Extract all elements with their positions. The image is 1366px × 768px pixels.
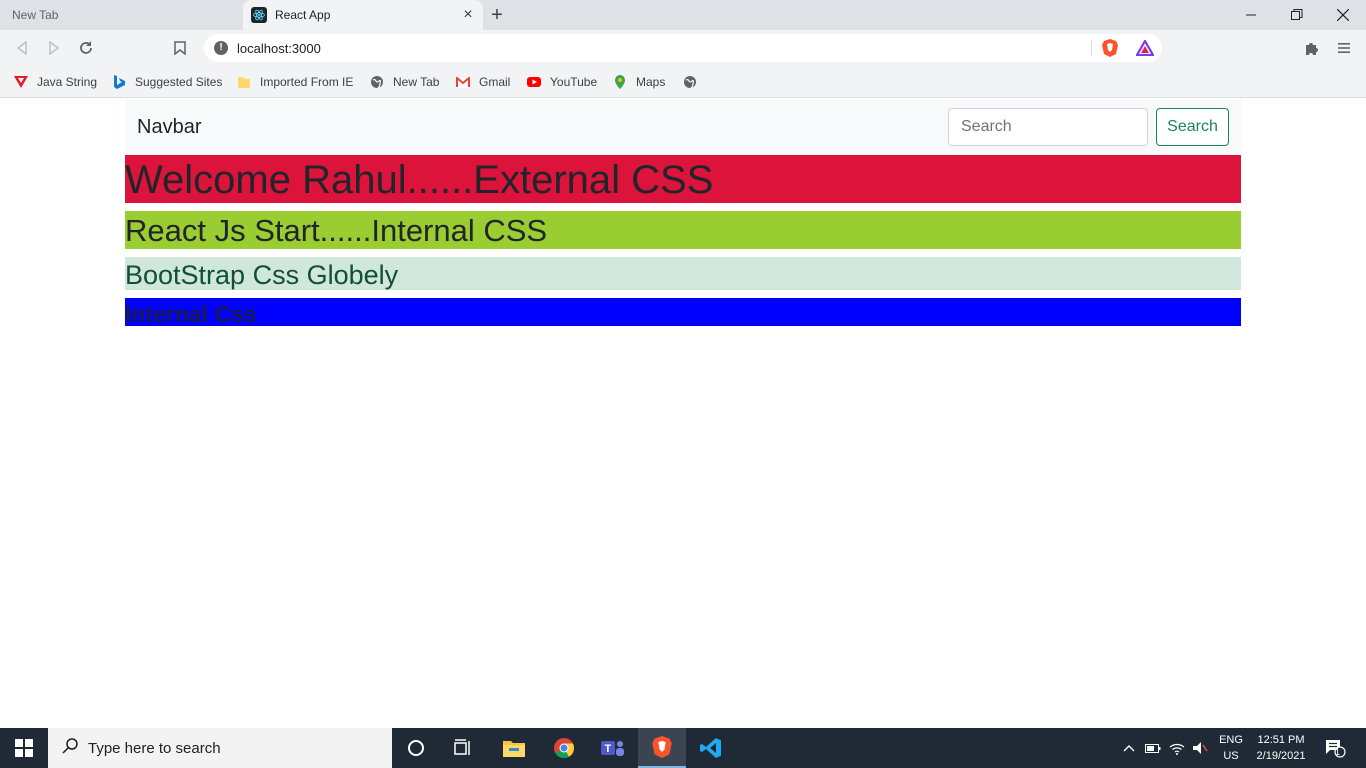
tab-new-tab[interactable]: New Tab (0, 0, 242, 30)
bookmark-maps[interactable]: Maps (613, 72, 665, 92)
address-bar[interactable]: ! localhost:3000 (204, 34, 1162, 62)
file-explorer-icon[interactable] (490, 728, 538, 768)
forward-icon[interactable] (42, 36, 66, 60)
folder-icon (237, 75, 251, 89)
bookmark-label: Gmail (479, 75, 511, 89)
bookmark-suggested-sites[interactable]: Suggested Sites (112, 72, 222, 92)
new-tab-button[interactable]: + (486, 4, 508, 26)
vscode-icon[interactable] (687, 728, 735, 768)
windows-start-icon[interactable] (0, 728, 48, 768)
brave-rewards-icon[interactable] (1135, 38, 1155, 61)
reload-icon[interactable] (74, 36, 98, 60)
bookmark-icon[interactable] (168, 36, 192, 60)
page-container: Navbar Search Welcome Rahul......Externa… (125, 99, 1241, 326)
navbar: Navbar Search (125, 99, 1241, 155)
close-window-button[interactable] (1320, 0, 1366, 30)
browser-toolbar: ! localhost:3000 (0, 30, 1366, 66)
battery-icon[interactable] (1142, 728, 1164, 768)
taskbar-search-placeholder: Type here to search (88, 739, 221, 757)
notification-count: 1 (1335, 747, 1341, 757)
close-tab-icon[interactable]: × (461, 7, 475, 23)
maps-icon (613, 75, 627, 89)
external-css-heading: Welcome Rahul......External CSS (125, 155, 1241, 203)
language-text: ENG (1219, 734, 1243, 746)
bootstrap-css-heading: BootStrap Css Globely (125, 257, 1241, 290)
omnibox-divider (1091, 40, 1092, 56)
tab-title: New Tab (12, 8, 59, 22)
wifi-icon[interactable] (1166, 728, 1188, 768)
url-text: localhost:3000 (237, 40, 321, 56)
windows-taskbar: Type here to search T ENG US 12:51 PM 2/… (0, 728, 1366, 768)
navbar-brand[interactable]: Navbar (137, 116, 201, 139)
menu-icon[interactable] (1332, 36, 1356, 60)
clock-date: 2/19/2021 (1256, 750, 1306, 762)
brave-shields-icon[interactable] (1102, 39, 1118, 62)
extensions-icon[interactable] (1300, 36, 1324, 60)
search-input[interactable] (948, 108, 1148, 146)
bookmark-new-tab[interactable]: New Tab (370, 72, 439, 92)
show-hidden-icons-icon[interactable] (1118, 728, 1140, 768)
task-view-icon[interactable] (440, 728, 488, 768)
bookmark-imported-from-ie[interactable]: Imported From IE (237, 72, 353, 92)
tab-strip: New Tab React App × + (0, 0, 1366, 30)
search-button[interactable]: Search (1156, 108, 1229, 146)
youtube-icon (527, 75, 541, 89)
notification-center-icon[interactable]: 1 (1318, 728, 1352, 768)
brave-browser-icon[interactable] (638, 728, 686, 768)
bookmark-label: Maps (636, 75, 666, 89)
bookmarks-bar: Java String Suggested Sites Imported Fro… (0, 66, 1366, 98)
clock[interactable]: 12:51 PM 2/19/2021 (1250, 728, 1312, 768)
cortana-icon[interactable] (392, 728, 440, 768)
tab-title: React App (275, 8, 331, 22)
teams-icon[interactable]: T (589, 728, 637, 768)
internal-css-heading: React Js Start......Internal CSS (125, 211, 1241, 249)
info-icon[interactable]: ! (214, 41, 228, 55)
bookmark-label: New Tab (393, 75, 440, 89)
language-indicator[interactable]: ENG US (1214, 728, 1248, 768)
bookmark-label: Java String (37, 75, 98, 89)
bookmark-label: YouTube (550, 75, 598, 89)
svg-text:T: T (605, 743, 612, 755)
restore-button[interactable] (1274, 0, 1320, 30)
globe-icon (370, 75, 384, 89)
chrome-icon[interactable] (540, 728, 588, 768)
gmail-icon (456, 75, 470, 89)
tab-react-app[interactable]: React App × (243, 0, 483, 30)
red-v-icon (14, 75, 28, 89)
bookmark-youtube[interactable]: YouTube (527, 72, 597, 92)
minimize-button[interactable] (1228, 0, 1274, 30)
bookmark-globe[interactable] (683, 72, 706, 92)
bookmark-label: Imported From IE (260, 75, 354, 89)
globe-icon (683, 75, 697, 89)
region-text: US (1223, 750, 1239, 762)
search-icon (62, 737, 78, 759)
internal-css-blue-heading: Internal Css (125, 298, 1241, 326)
bookmark-java-string[interactable]: Java String (14, 72, 97, 92)
bing-icon (112, 75, 126, 89)
react-icon (251, 7, 267, 23)
clock-time: 12:51 PM (1257, 734, 1305, 746)
bookmark-gmail[interactable]: Gmail (456, 72, 510, 92)
back-icon[interactable] (10, 36, 34, 60)
taskbar-search-box[interactable]: Type here to search (48, 728, 392, 768)
bookmark-label: Suggested Sites (135, 75, 223, 89)
volume-muted-icon[interactable] (1189, 728, 1211, 768)
